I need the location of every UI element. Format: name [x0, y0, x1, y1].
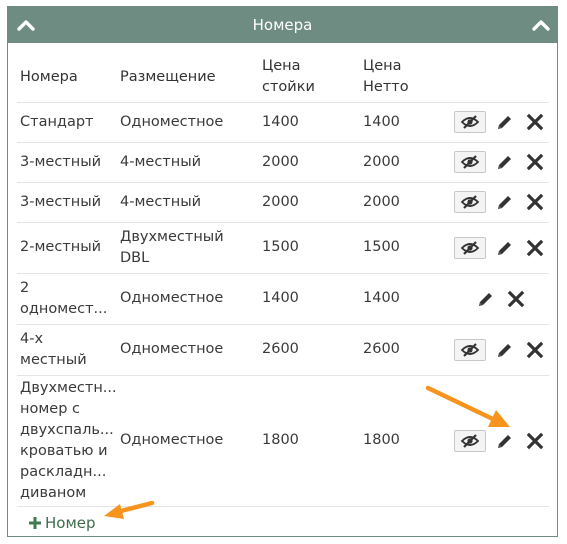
plus-icon [29, 517, 41, 529]
pencil-icon[interactable] [495, 238, 515, 258]
placement-cell: Одноместное [120, 114, 224, 130]
rack-price-cell: 1400 [262, 290, 299, 306]
pencil-icon[interactable] [495, 152, 515, 172]
close-icon[interactable] [525, 112, 545, 132]
visibility-toggle-button[interactable] [454, 237, 486, 259]
net-price-cell: 1400 [363, 114, 400, 130]
visibility-toggle-button[interactable] [454, 339, 486, 361]
column-header-net-price: Цена Нетто [363, 58, 409, 95]
table-row: Двухместн... номер с двухспаль... кроват… [17, 375, 549, 507]
placement-cell: Одноместное [120, 341, 224, 357]
pencil-icon[interactable] [495, 192, 515, 212]
net-price-cell: 1400 [363, 290, 400, 306]
column-header-rack-price: Цена стойки [262, 58, 315, 95]
visibility-toggle-button[interactable] [454, 111, 486, 133]
column-header-placement: Размещение [120, 69, 216, 85]
placement-cell: 4-местный [120, 194, 202, 210]
visibility-toggle-button[interactable] [454, 430, 486, 452]
eye-off-icon [460, 434, 480, 448]
room-name-cell: 4-х местный [20, 331, 87, 368]
panel-title: Номера [252, 16, 313, 34]
room-name-cell: Двухместн... номер с двухспаль... кроват… [20, 380, 117, 501]
net-price-cell: 1800 [363, 432, 400, 448]
room-name-cell: 3-местный [20, 154, 102, 170]
rack-price-cell: 2000 [262, 194, 299, 210]
close-icon[interactable] [525, 340, 545, 360]
rack-price-cell: 2000 [262, 154, 299, 170]
add-room-label: Номер [45, 514, 96, 532]
placement-cell: Одноместное [120, 432, 224, 448]
room-name-cell: 2 одномест... [20, 280, 108, 317]
pencil-icon[interactable] [495, 431, 515, 451]
net-price-cell: 2000 [363, 154, 400, 170]
table-row: 2-местный Двухместный DBL 1500 1500 [17, 222, 549, 274]
panel-header[interactable]: Номера [8, 7, 557, 43]
placement-cell: 4-местный [120, 154, 202, 170]
room-name-cell: Стандарт [20, 114, 94, 130]
table-row: 2 одномест... Одноместное 1400 1400 [17, 273, 549, 325]
rack-price-cell: 1800 [262, 432, 299, 448]
table-header: Номера Размещение Цена стойки Цена Нетто [17, 53, 549, 103]
close-icon[interactable] [525, 192, 545, 212]
rack-price-cell: 1500 [262, 239, 299, 255]
net-price-cell: 1500 [363, 239, 400, 255]
placement-cell: Одноместное [120, 290, 224, 306]
rack-price-cell: 2600 [262, 341, 299, 357]
visibility-toggle-button[interactable] [454, 191, 486, 213]
room-name-cell: 2-местный [20, 239, 102, 255]
close-icon[interactable] [525, 238, 545, 258]
close-icon[interactable] [525, 152, 545, 172]
column-header-rooms: Номера [20, 69, 78, 85]
rooms-panel: Номера Номера Размещение Цена стойки Цен… [7, 6, 558, 537]
net-price-cell: 2600 [363, 341, 400, 357]
eye-off-icon [460, 241, 480, 255]
net-price-cell: 2000 [363, 194, 400, 210]
eye-off-icon [460, 115, 480, 129]
chevron-up-icon[interactable] [531, 15, 551, 35]
close-icon[interactable] [506, 289, 526, 309]
pencil-icon[interactable] [495, 112, 515, 132]
table-row: Стандарт Одноместное 1400 1400 [17, 102, 549, 143]
eye-off-icon [460, 195, 480, 209]
pencil-icon[interactable] [495, 340, 515, 360]
eye-off-icon [460, 343, 480, 357]
eye-off-icon [460, 155, 480, 169]
placement-cell: Двухместный DBL [120, 229, 224, 266]
pencil-icon[interactable] [476, 289, 496, 309]
visibility-toggle-button[interactable] [454, 151, 486, 173]
table-row: 3-местный 4-местный 2000 2000 [17, 182, 549, 223]
room-name-cell: 3-местный [20, 194, 102, 210]
close-icon[interactable] [525, 431, 545, 451]
table-row: 3-местный 4-местный 2000 2000 [17, 142, 549, 183]
rack-price-cell: 1400 [262, 114, 299, 130]
table-row: 4-х местный Одноместное 2600 2600 [17, 324, 549, 376]
